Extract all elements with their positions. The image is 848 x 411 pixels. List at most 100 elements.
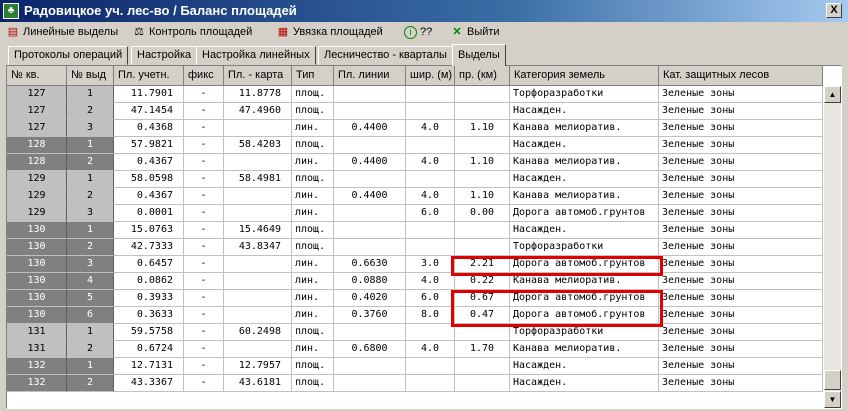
cell-fix[interactable]: - (184, 324, 224, 341)
cell-type[interactable]: лин. (292, 120, 334, 137)
cell-kv[interactable]: 129 (7, 171, 67, 188)
cell-type[interactable]: площ. (292, 375, 334, 392)
cell-area[interactable]: 0.4367 (114, 188, 184, 205)
cell-length[interactable]: 1.70 (455, 341, 510, 358)
cell-area[interactable]: 43.3367 (114, 375, 184, 392)
cell-width[interactable]: 4.0 (406, 154, 455, 171)
cell-type[interactable]: лин. (292, 273, 334, 290)
cell-protective-category[interactable]: Зеленые зоны (659, 205, 823, 222)
col-header-area[interactable]: Пл. учетн. (114, 66, 184, 86)
cell-line-area[interactable] (334, 171, 406, 188)
cell-line-area[interactable] (334, 86, 406, 103)
cell-land-category[interactable]: Насажден. (510, 222, 659, 239)
cell-vyd[interactable]: 1 (67, 137, 114, 154)
cell-area[interactable]: 0.0862 (114, 273, 184, 290)
cell-map-area[interactable] (224, 256, 292, 273)
cell-length[interactable]: 2.21 (455, 256, 510, 273)
cell-line-area[interactable] (334, 375, 406, 392)
table-row[interactable]: 131 1 59.5758-60.2498 площ. Торфоразработки З… (7, 324, 823, 341)
cell-protective-category[interactable]: Зеленые зоны (659, 154, 823, 171)
cell-land-category[interactable]: Канава мелиоратив. (510, 154, 659, 171)
table-row[interactable]: 129 3 0.0001- лин. 6.0 0.00 Дорога автомоб.гру… (7, 205, 823, 222)
cell-protective-category[interactable]: Зеленые зоны (659, 103, 823, 120)
tab-settings[interactable]: Настройка (131, 46, 198, 65)
cell-kv[interactable]: 130 (7, 273, 67, 290)
cell-area[interactable]: 47.1454 (114, 103, 184, 120)
cell-length[interactable] (455, 171, 510, 188)
cell-map-area[interactable]: 15.4649 (224, 222, 292, 239)
cell-fix[interactable]: - (184, 188, 224, 205)
cell-area[interactable]: 58.0598 (114, 171, 184, 188)
col-header-kv[interactable]: № кв. (7, 66, 67, 86)
cell-map-area[interactable] (224, 307, 292, 324)
tab-plots[interactable]: Выделы (452, 44, 506, 66)
cell-type[interactable]: лин. (292, 307, 334, 324)
cell-type[interactable]: лин. (292, 290, 334, 307)
col-header-vyd[interactable]: № выд (67, 66, 114, 86)
cell-vyd[interactable]: 5 (67, 290, 114, 307)
cell-kv[interactable]: 130 (7, 307, 67, 324)
cell-kv[interactable]: 130 (7, 256, 67, 273)
tab-operations-log[interactable]: Протоколы операций (8, 46, 129, 65)
cell-type[interactable]: лин. (292, 205, 334, 222)
cell-kv[interactable]: 132 (7, 358, 67, 375)
cell-width[interactable]: 6.0 (406, 205, 455, 222)
table-row[interactable]: 130 3 0.6457- лин. 0.6630 3.0 2.21 Дорога автом… (7, 256, 823, 273)
cell-vyd[interactable]: 1 (67, 358, 114, 375)
cell-protective-category[interactable]: Зеленые зоны (659, 358, 823, 375)
table-row[interactable]: 127 3 0.4368- лин. 0.4400 4.0 1.10 Канава мелио… (7, 120, 823, 137)
cell-land-category[interactable]: Насажден. (510, 375, 659, 392)
cell-line-area[interactable] (334, 103, 406, 120)
cell-land-category[interactable]: Канава мелиоратив. (510, 273, 659, 290)
cell-kv[interactable]: 132 (7, 375, 67, 392)
cell-fix[interactable]: - (184, 103, 224, 120)
cell-area[interactable]: 57.9821 (114, 137, 184, 154)
cell-land-category[interactable]: Дорога автомоб.грунтов (510, 307, 659, 324)
cell-area[interactable]: 11.7901 (114, 86, 184, 103)
table-row[interactable]: 127 1 11.7901-11.8778 площ. Торфоразработки З… (7, 86, 823, 103)
cell-type[interactable]: лин. (292, 341, 334, 358)
cell-length[interactable]: 0.47 (455, 307, 510, 324)
cell-type[interactable]: площ. (292, 358, 334, 375)
cell-map-area[interactable]: 58.4981 (224, 171, 292, 188)
cell-land-category[interactable]: Дорога автомоб.грунтов (510, 256, 659, 273)
cell-area[interactable]: 12.7131 (114, 358, 184, 375)
scroll-down-button[interactable]: ▼ (824, 391, 841, 408)
table-row[interactable]: 129 1 58.0598-58.4981 площ. Насажден. Зеленые… (7, 171, 823, 188)
cell-map-area[interactable] (224, 120, 292, 137)
cell-vyd[interactable]: 2 (67, 239, 114, 256)
title-bar[interactable]: ♣ Радовицкое уч. лес-во / Баланс площаде… (0, 0, 848, 22)
cell-vyd[interactable]: 4 (67, 273, 114, 290)
cell-area[interactable]: 0.4368 (114, 120, 184, 137)
cell-kv[interactable]: 131 (7, 341, 67, 358)
cell-line-area[interactable]: 0.0880 (334, 273, 406, 290)
cell-kv[interactable]: 128 (7, 137, 67, 154)
cell-fix[interactable]: - (184, 256, 224, 273)
cell-length[interactable]: 0.22 (455, 273, 510, 290)
cell-width[interactable]: 8.0 (406, 307, 455, 324)
cell-vyd[interactable]: 1 (67, 222, 114, 239)
cell-vyd[interactable]: 2 (67, 154, 114, 171)
cell-protective-category[interactable]: Зеленые зоны (659, 290, 823, 307)
col-header-length[interactable]: пр. (км) (455, 66, 510, 86)
cell-kv[interactable]: 131 (7, 324, 67, 341)
cell-length[interactable] (455, 324, 510, 341)
cell-length[interactable] (455, 86, 510, 103)
table-row[interactable]: 129 2 0.4367- лин. 0.4400 4.0 1.10 Канава мелио… (7, 188, 823, 205)
cell-fix[interactable]: - (184, 86, 224, 103)
table-row[interactable]: 130 5 0.3933- лин. 0.4020 6.0 0.67 Дорога автом… (7, 290, 823, 307)
cell-type[interactable]: площ. (292, 324, 334, 341)
cell-length[interactable] (455, 222, 510, 239)
cell-area[interactable]: 59.5758 (114, 324, 184, 341)
cell-map-area[interactable] (224, 273, 292, 290)
cell-protective-category[interactable]: Зеленые зоны (659, 239, 823, 256)
cell-width[interactable] (406, 375, 455, 392)
cell-protective-category[interactable]: Зеленые зоны (659, 307, 823, 324)
cell-length[interactable] (455, 375, 510, 392)
cell-area[interactable]: 0.3633 (114, 307, 184, 324)
cell-protective-category[interactable]: Зеленые зоны (659, 256, 823, 273)
cell-type[interactable]: площ. (292, 103, 334, 120)
cell-line-area[interactable]: 0.6800 (334, 341, 406, 358)
linear-plots-button[interactable]: ▤ Линейные выделы (6, 23, 118, 41)
cell-vyd[interactable]: 1 (67, 86, 114, 103)
